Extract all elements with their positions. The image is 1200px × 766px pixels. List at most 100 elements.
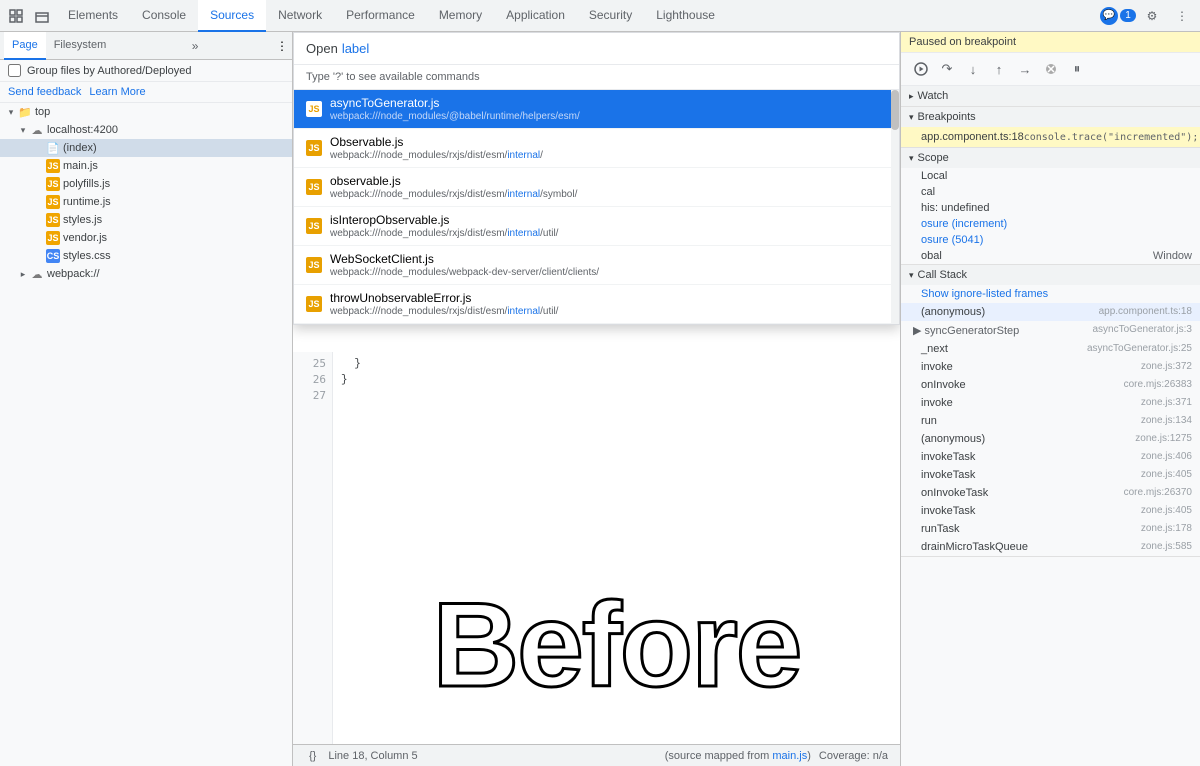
learn-more-link[interactable]: Learn More	[89, 86, 145, 98]
scope-closure-5041[interactable]: osure (5041)	[901, 232, 1200, 248]
subtabs-more-icon[interactable]: »	[188, 39, 203, 53]
item-name-0: asyncToGenerator.js	[330, 96, 580, 110]
quick-open-item-0[interactable]: JS asyncToGenerator.js webpack:///node_m…	[294, 90, 899, 129]
tree-item-index[interactable]: ▸ 📄 (index)	[0, 139, 292, 157]
quick-open-item-5[interactable]: JS throwUnobservableError.js webpack:///…	[294, 285, 899, 324]
subtab-page[interactable]: Page	[4, 32, 46, 60]
tree-arrow-top: ▾	[4, 105, 18, 119]
quick-open-item-2[interactable]: JS observable.js webpack:///node_modules…	[294, 168, 899, 207]
fn-name-invoketask1: invokeTask	[921, 451, 975, 463]
show-ignore-listed-frames[interactable]: Show ignore-listed frames	[901, 285, 1200, 303]
settings-icon[interactable]: ⚙	[1140, 4, 1164, 28]
back-icon[interactable]	[4, 4, 28, 28]
fn-loc-oninvoketask: core.mjs:26370	[1124, 487, 1192, 499]
js-icon-runtime: JS	[46, 195, 60, 209]
scope-global-name: obal	[921, 250, 942, 262]
breakpoints-section-header[interactable]: ▾ Breakpoints	[901, 107, 1200, 127]
scope-closure-increment[interactable]: osure (increment)	[901, 216, 1200, 232]
tree-item-localhost[interactable]: ▾ ☁ localhost:4200	[0, 121, 292, 139]
tree-item-runtime[interactable]: ▸ JS runtime.js	[0, 193, 292, 211]
step-out-button[interactable]: ↑	[987, 57, 1011, 81]
tab-lighthouse[interactable]: Lighthouse	[644, 0, 727, 32]
fn-loc-drain: zone.js:585	[1141, 541, 1192, 553]
dock-icon[interactable]	[30, 4, 54, 28]
coverage-info: Coverage: n/a	[819, 750, 888, 762]
call-stack-item-anon[interactable]: (anonymous) zone.js:1275	[901, 430, 1200, 448]
fn-loc-invoke1: zone.js:372	[1141, 361, 1192, 373]
tab-elements[interactable]: Elements	[56, 0, 130, 32]
fn-loc-0: app.component.ts:18	[1099, 306, 1192, 318]
tab-application[interactable]: Application	[494, 0, 577, 32]
tree-arrow-localhost: ▾	[16, 123, 30, 137]
tree-item-vendor[interactable]: ▸ JS vendor.js	[0, 229, 292, 247]
call-stack-item-invoke1[interactable]: invoke zone.js:372	[901, 358, 1200, 376]
resume-button[interactable]	[909, 57, 933, 81]
step-into-button[interactable]: ↓	[961, 57, 985, 81]
call-stack-item-invoketask2[interactable]: invokeTask zone.js:405	[901, 466, 1200, 484]
tree-item-styles-js[interactable]: ▸ JS styles.js	[0, 211, 292, 229]
call-stack-item-run[interactable]: run zone.js:134	[901, 412, 1200, 430]
send-feedback-link[interactable]: Send feedback	[8, 86, 81, 98]
quick-open-input[interactable]	[342, 41, 887, 56]
step-over-button[interactable]: ↷	[935, 57, 959, 81]
tab-performance[interactable]: Performance	[334, 0, 427, 32]
tree-item-polyfills[interactable]: ▸ JS polyfills.js	[0, 175, 292, 193]
format-button[interactable]: {}	[305, 750, 320, 762]
fn-loc-invoketask2: zone.js:405	[1141, 469, 1192, 481]
fn-loc-invoketask3: zone.js:405	[1141, 505, 1192, 517]
watch-section-header[interactable]: ▸ Watch	[901, 86, 1200, 106]
tree-item-main[interactable]: ▸ JS main.js	[0, 157, 292, 175]
open-label: Open	[306, 41, 338, 56]
group-files-label: Group files by Authored/Deployed	[27, 65, 192, 77]
item-icon-1: JS	[306, 140, 322, 156]
breakpoint-item-0[interactable]: app.component.ts:18 console.trace("incre…	[901, 127, 1200, 147]
tree-item-styles-css[interactable]: ▸ CS styles.css	[0, 247, 292, 265]
scope-cal: cal	[901, 184, 1200, 200]
cloud-icon-localhost: ☁	[30, 123, 44, 137]
call-stack-item-oninvoke[interactable]: onInvoke core.mjs:26383	[901, 376, 1200, 394]
fn-name-0: (anonymous)	[921, 306, 985, 318]
subtab-filesystem[interactable]: Filesystem	[46, 32, 115, 60]
tab-security[interactable]: Security	[577, 0, 644, 32]
deactivate-breakpoints-button[interactable]	[1039, 57, 1063, 81]
call-stack-item-drain[interactable]: drainMicroTaskQueue zone.js:585	[901, 538, 1200, 556]
call-stack-item-runtask[interactable]: runTask zone.js:178	[901, 520, 1200, 538]
main-js-link[interactable]: main.js	[772, 750, 807, 762]
call-stack-item-invoketask1[interactable]: invokeTask zone.js:406	[901, 448, 1200, 466]
breakpoints-section: ▾ Breakpoints app.component.ts:18 consol…	[901, 107, 1200, 148]
item-text-3: isInteropObservable.js webpack:///node_m…	[330, 213, 558, 239]
call-stack-item-oninvoketask[interactable]: onInvokeTask core.mjs:26370	[901, 484, 1200, 502]
quick-open-item-3[interactable]: JS isInteropObservable.js webpack:///nod…	[294, 207, 899, 246]
watermark-before: Before	[432, 576, 800, 714]
quick-open-item-4[interactable]: JS WebSocketClient.js webpack:///node_mo…	[294, 246, 899, 285]
tree-item-webpack[interactable]: ▸ ☁ webpack://	[0, 265, 292, 283]
tree-label-index: (index)	[63, 142, 97, 154]
item-path-1: webpack:///node_modules/rxjs/dist/esm/in…	[330, 150, 543, 161]
pause-on-exceptions-button[interactable]: ⏸	[1065, 57, 1089, 81]
step-button[interactable]: →	[1013, 57, 1037, 81]
call-stack-item-next[interactable]: _next asyncToGenerator.js:25	[901, 340, 1200, 358]
group-files-checkbox[interactable]	[8, 64, 21, 77]
tree-item-top[interactable]: ▾ 📁 top	[0, 103, 292, 121]
tab-memory[interactable]: Memory	[427, 0, 494, 32]
item-path-4: webpack:///node_modules/webpack-dev-serv…	[330, 267, 599, 278]
call-stack-section: ▾ Call Stack Show ignore-listed frames (…	[901, 265, 1200, 557]
quick-open-item-1[interactable]: JS Observable.js webpack:///node_modules…	[294, 129, 899, 168]
scope-section-header[interactable]: ▾ Scope	[901, 148, 1200, 168]
scrollbar-thumb[interactable]	[891, 90, 899, 130]
subtabs-overflow-icon[interactable]: ⋮	[276, 39, 288, 53]
line-numbers: 25 26 27	[293, 352, 333, 744]
center-panel: Open Type '?' to see available commands …	[293, 32, 900, 766]
tab-network[interactable]: Network	[266, 0, 334, 32]
call-stack-section-header[interactable]: ▾ Call Stack	[901, 265, 1200, 285]
call-stack-item-invoketask3[interactable]: invokeTask zone.js:405	[901, 502, 1200, 520]
tab-console[interactable]: Console	[130, 0, 198, 32]
tab-sources[interactable]: Sources	[198, 0, 266, 32]
call-stack-item-syncgen[interactable]: ▶ syncGeneratorStep asyncToGenerator.js:…	[901, 321, 1200, 340]
quick-open-dialog: Open Type '?' to see available commands …	[293, 32, 900, 325]
call-stack-item-invoke2[interactable]: invoke zone.js:371	[901, 394, 1200, 412]
feedback-icon[interactable]: 💬	[1100, 7, 1118, 25]
more-options-icon[interactable]: ⋮	[1170, 4, 1194, 28]
call-stack-item-0[interactable]: (anonymous) app.component.ts:18	[901, 303, 1200, 321]
code-content[interactable]: } } Before	[333, 352, 900, 744]
